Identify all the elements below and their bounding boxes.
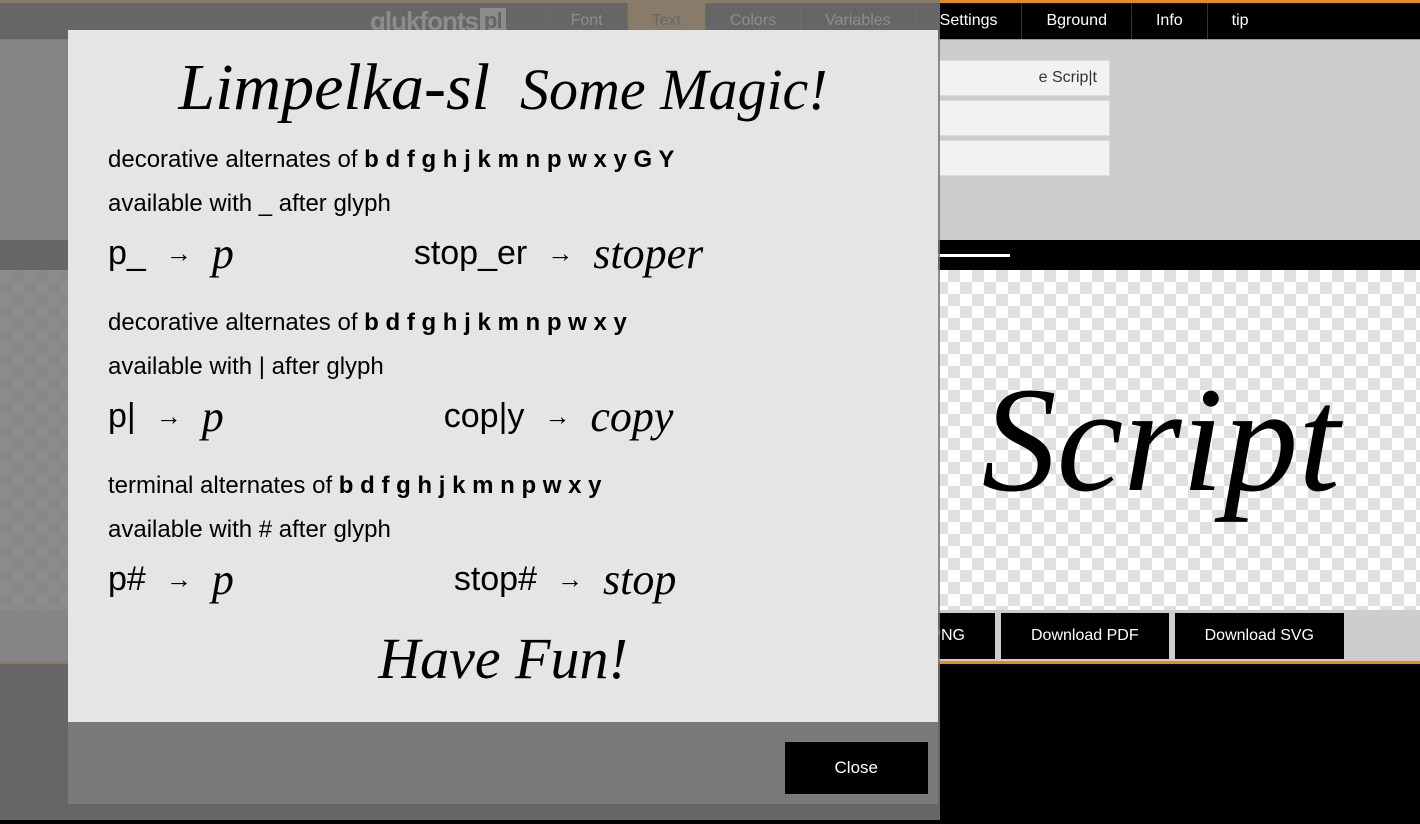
- section1-line1: decorative alternates of b d f g h j k m…: [108, 146, 898, 174]
- s2-ex2-out: copy: [590, 391, 673, 442]
- section1-examples: p_ → p stop_er → stoper: [108, 228, 898, 279]
- section3-line2: available with # after glyph: [108, 516, 898, 544]
- s2-ex1-out: p: [202, 391, 224, 442]
- s1-ex1-out: p: [212, 228, 234, 279]
- nav-info[interactable]: Info: [1131, 3, 1207, 39]
- nav-bground[interactable]: Bground: [1021, 3, 1131, 39]
- s3-ex2-out: stop: [603, 554, 676, 605]
- modal-actions: Close: [68, 722, 938, 794]
- section2-examples: p| → p cop|y → copy: [108, 391, 898, 442]
- section1-line2: available with _ after glyph: [108, 190, 898, 218]
- section3-line1: terminal alternates of b d f g h j k m n…: [108, 472, 898, 500]
- preview-text: Script: [982, 354, 1340, 526]
- modal-magic: Some Magic!: [520, 56, 828, 123]
- nav-tip[interactable]: tip: [1207, 3, 1273, 39]
- modal-font-name: Limpelka-sl: [178, 50, 490, 126]
- s1-ex2-in: stop_er: [414, 234, 527, 273]
- close-button[interactable]: Close: [785, 742, 928, 794]
- section2-line1: decorative alternates of b d f g h j k m…: [108, 309, 898, 337]
- s2-ex1-in: p|: [108, 397, 136, 436]
- s3-ex2-in: stop#: [454, 560, 537, 599]
- arrow-icon: →: [156, 401, 182, 432]
- arrow-icon: →: [544, 401, 570, 432]
- section2-line1b: b d f g h j k m n p w x y: [364, 309, 627, 336]
- modal-footer-text: Have Fun!: [108, 625, 898, 692]
- section2-line2: available with | after glyph: [108, 353, 898, 381]
- section1-line1a: decorative alternates of: [108, 146, 364, 173]
- modal-content: Limpelka-sl Some Magic! decorative alter…: [68, 30, 938, 722]
- s3-ex1-in: p#: [108, 560, 146, 599]
- text-input-1-value: e Scrip|t: [1039, 69, 1097, 87]
- s1-ex2-out: stoper: [593, 228, 703, 279]
- s3-ex1-out: p: [212, 554, 234, 605]
- s2-ex2-in: cop|y: [444, 397, 525, 436]
- download-pdf-button[interactable]: Download PDF: [1001, 613, 1169, 659]
- section1-line1b: b d f g h j k m n p w x y G Y: [364, 146, 674, 173]
- section2-line1a: decorative alternates of: [108, 309, 364, 336]
- arrow-icon: →: [166, 564, 192, 595]
- arrow-icon: →: [547, 238, 573, 269]
- section3-line1a: terminal alternates of: [108, 472, 339, 499]
- s1-ex1-in: p_: [108, 234, 146, 273]
- info-modal: Limpelka-sl Some Magic! decorative alter…: [68, 30, 938, 804]
- download-svg-button[interactable]: Download SVG: [1175, 613, 1344, 659]
- section3-line1b: b d f g h j k m n p w x y: [339, 472, 602, 499]
- arrow-icon: →: [166, 238, 192, 269]
- arrow-icon: →: [557, 564, 583, 595]
- section3-examples: p# → p stop# → stop: [108, 554, 898, 605]
